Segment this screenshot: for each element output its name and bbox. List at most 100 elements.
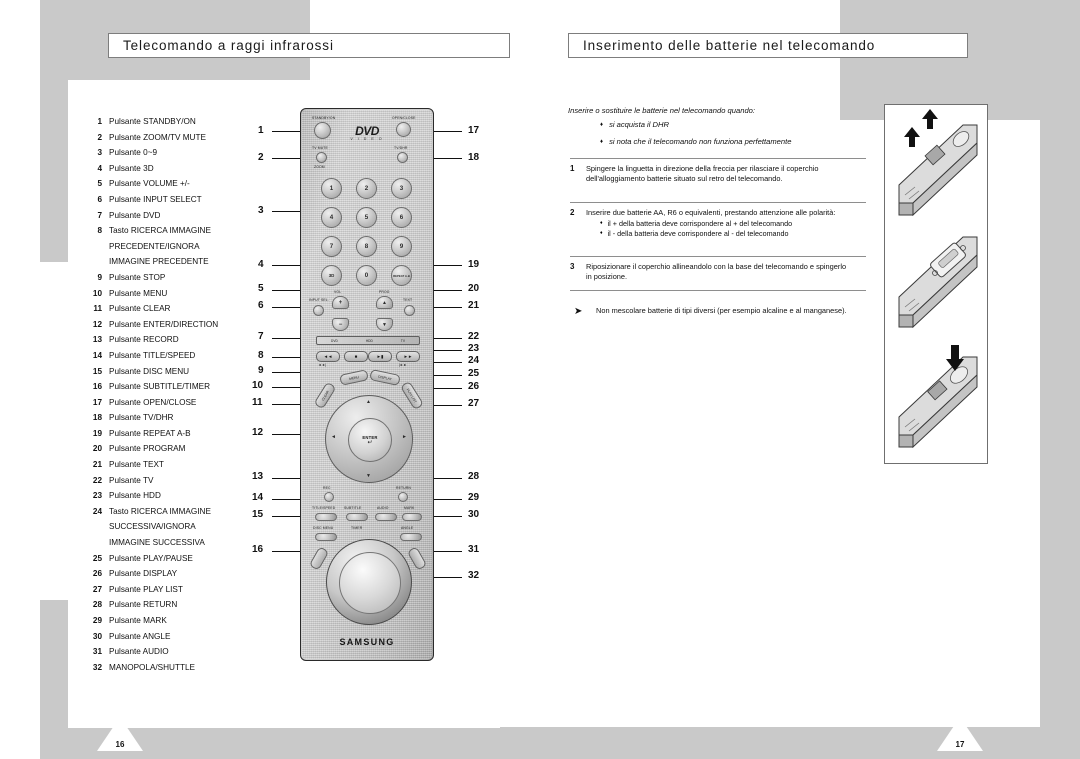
list-item-label: Pulsante VOLUME +/- (109, 179, 190, 189)
keypad-7[interactable]: 7 (321, 236, 342, 257)
mark-button[interactable] (402, 513, 422, 521)
zoom-tv-mute-button[interactable] (316, 152, 327, 163)
list-item-number: 17 (92, 397, 102, 407)
keypad-8[interactable]: 8 (356, 236, 377, 257)
list-item-number: 2 (97, 132, 102, 142)
text-button[interactable] (404, 305, 415, 316)
step-1: 1 Spingere la linguetta in direzione del… (570, 164, 848, 183)
brand-logo: SAMSUNG (339, 637, 395, 647)
volume-up-button[interactable]: + (332, 296, 349, 309)
list-item-label: IMMAGINE SUCCESSIVA (109, 538, 205, 548)
callout-28: 28 (468, 471, 480, 482)
audio-button[interactable] (375, 513, 397, 521)
section-header-right-text: Inserimento delle batterie nel telecoman… (583, 38, 876, 53)
callout-6: 6 (258, 300, 264, 311)
strip-tv[interactable]: TV (401, 339, 405, 343)
fast-forward-button[interactable]: ►► (396, 351, 420, 362)
open-close-button[interactable] (396, 122, 411, 137)
list-item-label: Pulsante ZOOM/TV MUTE (109, 132, 206, 142)
list-item-number: 28 (92, 600, 102, 610)
title-speed-button[interactable] (315, 513, 337, 521)
callout-22: 22 (468, 331, 480, 342)
callout-1: 1 (258, 125, 264, 136)
keypad-5[interactable]: 5 (356, 207, 377, 228)
list-item-number: 19 (92, 428, 102, 438)
list-item-label: Tasto RICERCA IMMAGINE (109, 506, 211, 516)
leader-line-10 (272, 387, 300, 389)
label-rec: REC (323, 486, 331, 490)
dpad-left-arrow-icon[interactable]: ◄ (331, 434, 336, 440)
dpad-right-arrow-icon[interactable]: ► (402, 434, 407, 440)
callout-8: 8 (258, 350, 264, 361)
list-item-number: 4 (97, 163, 102, 173)
list-item-number: 10 (92, 288, 102, 298)
list-item-number: 7 (97, 210, 102, 220)
return-button[interactable] (398, 492, 408, 502)
list-item-number: 23 (92, 491, 102, 501)
input-select-button[interactable] (313, 305, 324, 316)
strip-dvd[interactable]: DVD (331, 339, 338, 343)
keypad-9[interactable]: 9 (391, 236, 412, 257)
keypad-2[interactable]: 2 (356, 178, 377, 199)
keypad-4[interactable]: 4 (321, 207, 342, 228)
stop-button[interactable]: ■ (344, 351, 368, 362)
play-pause-button[interactable]: ►▮ (368, 351, 392, 362)
list-item-number: 18 (92, 413, 102, 423)
standby-on-button[interactable] (314, 122, 331, 139)
section-header-right: Inserimento delle batterie nel telecoman… (568, 33, 968, 58)
keypad-6[interactable]: 6 (391, 207, 412, 228)
label-mark: MARK (404, 506, 415, 510)
leader-line-28 (434, 478, 462, 480)
note-text: Non mescolare batterie di tipi diversi (… (596, 306, 847, 315)
list-item-number: 15 (92, 366, 102, 376)
keypad-3d[interactable]: 3D (321, 265, 342, 286)
list-item-number: 13 (92, 335, 102, 345)
direction-pad[interactable]: ▲ ▼ ◄ ► ENTER ↵ (325, 395, 413, 483)
jog-shuttle-inner[interactable] (339, 552, 401, 614)
callout-3: 3 (258, 205, 264, 216)
keypad-repeat-ab[interactable]: REPEAT A-B (391, 265, 412, 286)
callout-14: 14 (252, 492, 264, 503)
list-item-number: 16 (92, 382, 102, 392)
record-button[interactable] (324, 492, 334, 502)
list-item-label: Pulsante DVD (109, 210, 161, 220)
list-item-continuation: IMMAGINE SUCCESSIVA (84, 535, 274, 551)
jog-shuttle-dial[interactable] (326, 539, 412, 625)
list-item: 1 Pulsante STANDBY/ON (84, 114, 274, 130)
subtitle-timer-button[interactable] (346, 513, 368, 521)
dpad-up-arrow-icon[interactable]: ▲ (366, 399, 371, 405)
bullet-item: ♦ si nota che il telecomando non funzion… (600, 137, 880, 148)
list-item: 31 Pulsante AUDIO (84, 644, 274, 660)
source-select-strip[interactable]: DVD HDD TV (316, 336, 420, 345)
tv-dhr-button[interactable] (397, 152, 408, 163)
list-item: 28 Pulsante RETURN (84, 597, 274, 613)
keypad-0[interactable]: 0 (356, 265, 377, 286)
rewind-button[interactable]: ◄◄ (316, 351, 340, 362)
label-standby: STANDBY/ON (312, 116, 336, 120)
leader-line-18 (434, 158, 462, 160)
disc-menu-button[interactable] (315, 533, 337, 541)
list-item-label: Pulsante TV/DHR (109, 413, 174, 423)
bullet-item: ♦ si acquista il DHR (600, 120, 880, 131)
dpad-down-arrow-icon[interactable]: ▼ (366, 473, 371, 479)
label-timer: TIMER (351, 526, 363, 530)
strip-hdd[interactable]: HDD (366, 339, 373, 343)
label-open-close: OPEN/CLOSE (392, 116, 416, 120)
callout-7: 7 (258, 331, 264, 342)
section-header-left: Telecomando a raggi infrarossi (108, 33, 510, 58)
leader-line-11 (272, 404, 300, 406)
label-skip-next: |►► (399, 363, 408, 367)
keypad-1[interactable]: 1 (321, 178, 342, 199)
program-up-button[interactable]: ▲ (376, 296, 393, 309)
enter-button[interactable]: ENTER ↵ (348, 418, 392, 462)
angle-button[interactable] (400, 533, 422, 541)
list-item-label: Pulsante INPUT SELECT (109, 194, 202, 204)
manual-page-spread: Telecomando a raggi infrarossi Inserimen… (0, 0, 1080, 759)
step-text: Spingere la linguetta in direzione della… (586, 164, 819, 183)
step-text: Riposizionare il coperchio allineandolo … (586, 262, 847, 281)
keypad-3[interactable]: 3 (391, 178, 412, 199)
list-item-number: 20 (92, 444, 102, 454)
list-item-continuation: IMMAGINE PRECEDENTE (84, 254, 274, 270)
leader-line-14 (272, 499, 300, 501)
leader-line-19 (434, 265, 462, 267)
